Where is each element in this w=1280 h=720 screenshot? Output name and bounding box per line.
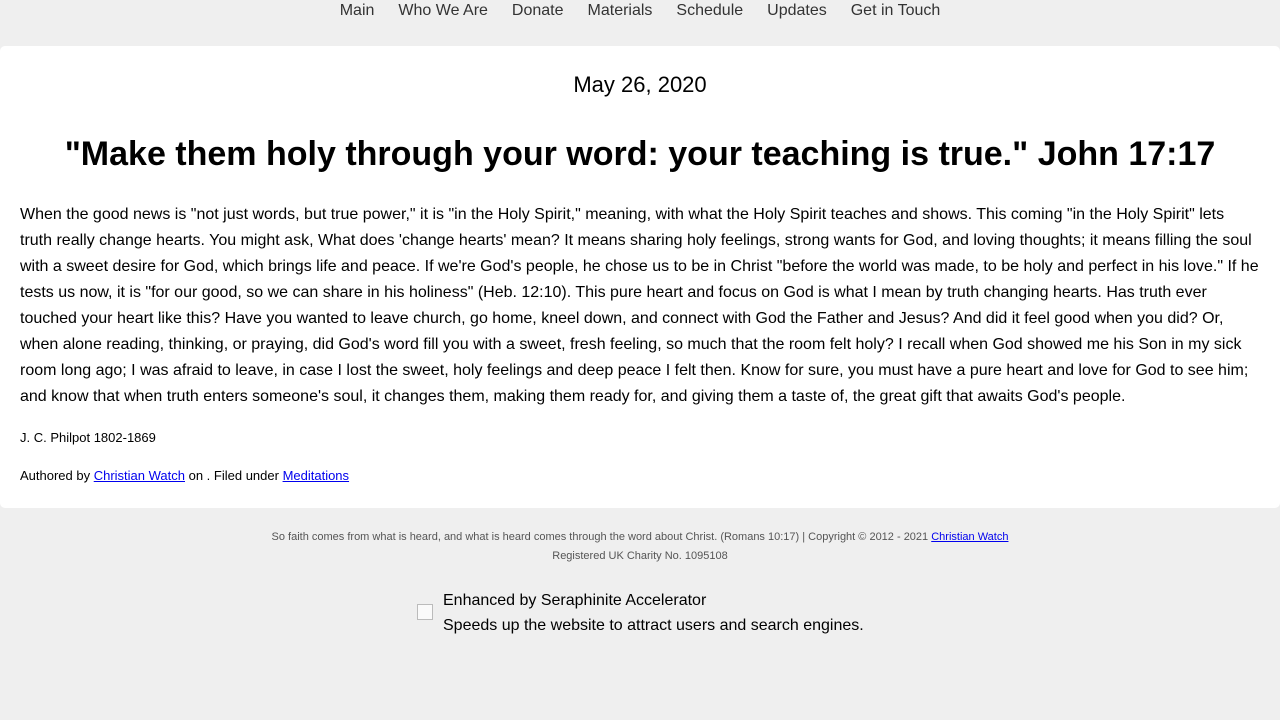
post-meta-middle: on . Filed under — [185, 468, 283, 483]
post-meta: Authored by Christian Watch on . Filed u… — [20, 466, 1260, 486]
post-meta-prefix: Authored by — [20, 468, 94, 483]
author-link[interactable]: Christian Watch — [94, 468, 185, 483]
nav-item-schedule[interactable]: Schedule — [676, 0, 743, 22]
accelerator-badge[interactable]: Enhanced by Seraphinite Accelerator Spee… — [417, 588, 864, 638]
main-nav: Main Who We Are Donate Materials Schedul… — [0, 0, 1280, 24]
nav-item-updates[interactable]: Updates — [767, 0, 827, 22]
nav-item-materials[interactable]: Materials — [588, 0, 653, 22]
broken-image-icon — [417, 604, 433, 620]
nav-item-get-in-touch[interactable]: Get in Touch — [851, 0, 941, 22]
badge-text: Enhanced by Seraphinite Accelerator Spee… — [443, 588, 864, 638]
category-link[interactable]: Meditations — [283, 468, 349, 483]
post-attribution: J. C. Philpot 1802-1869 — [20, 430, 156, 445]
badge-line-2: Speeds up the website to attract users a… — [443, 617, 864, 634]
post-date: May 26, 2020 — [573, 72, 707, 97]
post-title: "Make them holy through your word: your … — [64, 135, 1216, 173]
nav-item-main[interactable]: Main — [340, 0, 375, 22]
footer-verse: So faith comes from what is heard, and w… — [271, 531, 932, 543]
footer-charity: Registered UK Charity No. 1095108 — [552, 550, 728, 562]
badge-line-1: Enhanced by Seraphinite Accelerator — [443, 592, 707, 609]
site-footer: So faith comes from what is heard, and w… — [0, 528, 1280, 566]
footer-line-1: So faith comes from what is heard, and w… — [0, 528, 1280, 547]
footer-copyright-link[interactable]: Christian Watch — [931, 531, 1008, 543]
post-body: When the good news is "not just words, b… — [20, 206, 1259, 405]
nav-item-donate[interactable]: Donate — [512, 0, 564, 22]
post-card: May 26, 2020 "Make them holy through you… — [0, 46, 1280, 508]
nav-item-who-we-are[interactable]: Who We Are — [398, 0, 488, 22]
